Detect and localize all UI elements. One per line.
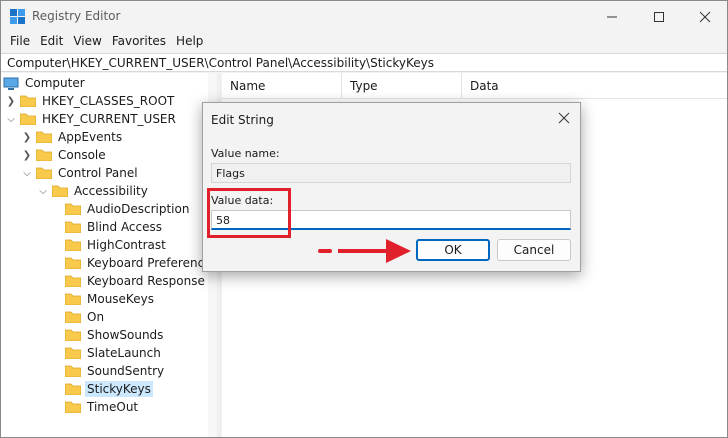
tree-item-stickykeys[interactable]: StickyKeys bbox=[64, 380, 153, 398]
tree-label: Accessibility bbox=[74, 184, 148, 198]
cancel-button[interactable]: Cancel bbox=[497, 239, 571, 261]
dialog-title: Edit String bbox=[211, 113, 274, 127]
red-arrow-icon bbox=[318, 239, 411, 263]
ok-button[interactable]: OK bbox=[416, 239, 490, 261]
tree-item-audiodescription[interactable]: AudioDescription bbox=[64, 200, 191, 218]
folder-icon bbox=[64, 257, 82, 270]
tree-label: Computer bbox=[25, 76, 85, 90]
tree-item-on[interactable]: On bbox=[64, 308, 106, 326]
minimize-button[interactable] bbox=[589, 1, 635, 32]
tree-label: AppEvents bbox=[58, 130, 123, 144]
folder-icon bbox=[64, 347, 82, 360]
tree-label: Keyboard Response bbox=[87, 274, 205, 288]
tree-label: Blind Access bbox=[87, 220, 163, 234]
dialog-close-button[interactable] bbox=[558, 109, 570, 128]
chevron-right-icon[interactable]: ❯ bbox=[21, 132, 33, 143]
folder-icon bbox=[64, 293, 82, 306]
tree-item-hkcr[interactable]: ❯ HKEY_CLASSES_ROOT bbox=[5, 92, 176, 110]
folder-icon bbox=[64, 203, 82, 216]
chevron-down-icon[interactable]: ⌵ bbox=[5, 114, 17, 125]
folder-icon bbox=[64, 401, 82, 414]
minimize-icon bbox=[607, 16, 617, 17]
tree-item-mousekeys[interactable]: MouseKeys bbox=[64, 290, 156, 308]
menu-view[interactable]: View bbox=[68, 32, 106, 52]
maximize-button[interactable] bbox=[636, 1, 682, 32]
tree-item-computer[interactable]: Computer bbox=[3, 74, 87, 92]
registry-tree: Computer ❯ HKEY_CLASSES_ROOT ⌵ HKEY_CURR… bbox=[1, 73, 217, 437]
value-name-label: Value name: bbox=[211, 147, 280, 160]
edit-string-dialog: Edit String Value name: Flags Value data… bbox=[202, 102, 581, 272]
tree-label: HighContrast bbox=[87, 238, 166, 252]
menu-favorites[interactable]: Favorites bbox=[107, 32, 171, 52]
close-icon bbox=[558, 112, 570, 124]
close-button[interactable] bbox=[682, 1, 727, 32]
tree-label: Control Panel bbox=[58, 166, 138, 180]
tree-item-hkcu[interactable]: ⌵ HKEY_CURRENT_USER bbox=[5, 110, 178, 128]
menu-help[interactable]: Help bbox=[171, 32, 208, 52]
folder-icon bbox=[35, 131, 53, 144]
tree-label: Keyboard Preference bbox=[87, 256, 212, 270]
window-title: Registry Editor bbox=[32, 9, 121, 23]
tree-label: SoundSentry bbox=[87, 364, 165, 378]
tree-label: ShowSounds bbox=[87, 328, 164, 342]
menu-file[interactable]: File bbox=[5, 32, 35, 52]
tree-item-timeout[interactable]: TimeOut bbox=[64, 398, 140, 416]
tree-label: AudioDescription bbox=[87, 202, 190, 216]
title-bar: Registry Editor bbox=[1, 1, 727, 32]
folder-icon bbox=[64, 239, 82, 252]
registry-editor-window: Registry Editor File Edit View Favorites… bbox=[0, 0, 728, 438]
column-header-name[interactable]: Name bbox=[222, 73, 342, 99]
tree-item-soundsentry[interactable]: SoundSentry bbox=[64, 362, 166, 380]
tree-label: Console bbox=[58, 148, 106, 162]
folder-icon bbox=[19, 113, 37, 126]
address-bar[interactable]: Computer\HKEY_CURRENT_USER\Control Panel… bbox=[1, 53, 727, 72]
folder-icon bbox=[35, 149, 53, 162]
tree-label: StickyKeys bbox=[85, 381, 153, 397]
value-name-field: Flags bbox=[211, 163, 571, 183]
folder-icon bbox=[64, 311, 82, 324]
tree-item-keyboard-response[interactable]: Keyboard Response bbox=[64, 272, 207, 290]
folder-icon bbox=[64, 383, 82, 396]
tree-item-keyboard-preference[interactable]: Keyboard Preference bbox=[64, 254, 214, 272]
folder-icon bbox=[35, 167, 53, 180]
tree-item-accessibility[interactable]: ⌵ Accessibility bbox=[37, 182, 150, 200]
tree-item-blind-access[interactable]: Blind Access bbox=[64, 218, 164, 236]
folder-icon bbox=[51, 185, 69, 198]
tree-label: MouseKeys bbox=[87, 292, 154, 306]
tree-label: HKEY_CURRENT_USER bbox=[42, 112, 176, 126]
tree-item-appevents[interactable]: ❯ AppEvents bbox=[21, 128, 124, 146]
registry-editor-icon bbox=[10, 9, 25, 24]
tree-label: HKEY_CLASSES_ROOT bbox=[42, 94, 175, 108]
tree-label: SlateLaunch bbox=[87, 346, 161, 360]
folder-icon bbox=[19, 95, 37, 108]
folder-icon bbox=[64, 329, 82, 342]
folder-icon bbox=[64, 275, 82, 288]
tree-label: TimeOut bbox=[87, 400, 139, 414]
chevron-right-icon[interactable]: ❯ bbox=[5, 96, 17, 107]
chevron-down-icon[interactable]: ⌵ bbox=[21, 168, 33, 179]
tree-label: On bbox=[87, 310, 105, 324]
column-header-type[interactable]: Type bbox=[342, 73, 462, 99]
chevron-right-icon[interactable]: ❯ bbox=[21, 150, 33, 161]
tree-item-control-panel[interactable]: ⌵ Control Panel bbox=[21, 164, 140, 182]
highlight-box bbox=[207, 188, 291, 238]
folder-icon bbox=[64, 221, 82, 234]
tree-item-slatelaunch[interactable]: SlateLaunch bbox=[64, 344, 163, 362]
tree-item-showsounds[interactable]: ShowSounds bbox=[64, 326, 165, 344]
maximize-icon bbox=[654, 11, 664, 22]
menu-bar: File Edit View Favorites Help bbox=[1, 32, 727, 52]
column-header-data[interactable]: Data bbox=[462, 73, 727, 99]
close-icon bbox=[699, 11, 711, 22]
menu-edit[interactable]: Edit bbox=[35, 32, 68, 52]
chevron-down-icon[interactable]: ⌵ bbox=[37, 186, 49, 197]
tree-item-console[interactable]: ❯ Console bbox=[21, 146, 108, 164]
folder-icon bbox=[64, 365, 82, 378]
tree-item-highcontrast[interactable]: HighContrast bbox=[64, 236, 168, 254]
computer-icon bbox=[3, 77, 19, 90]
